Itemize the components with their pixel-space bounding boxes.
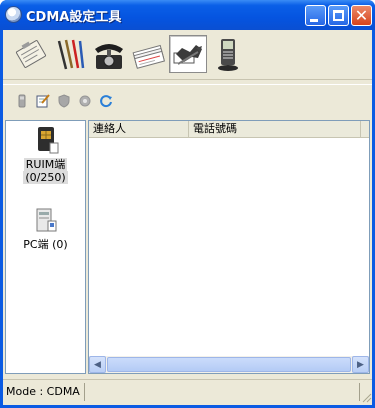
- maximize-button[interactable]: [328, 5, 349, 26]
- device-ruim-label: RUIM端: [23, 158, 68, 171]
- chevron-left-icon: ◀: [94, 359, 101, 370]
- status-mode: Mode : CDMA: [3, 383, 85, 401]
- telephone-icon[interactable]: [90, 35, 128, 73]
- sim-card-icon: [37, 127, 58, 154]
- pens-icon[interactable]: [51, 35, 89, 73]
- scrollbar-thumb[interactable]: [107, 357, 351, 372]
- status-bar: Mode : CDMA: [3, 379, 372, 403]
- horizontal-scrollbar[interactable]: ◀ ▶: [89, 356, 369, 373]
- phone-stack-icon[interactable]: [208, 35, 246, 73]
- action-toolbar: [3, 86, 372, 116]
- scroll-right-button[interactable]: ▶: [352, 356, 369, 373]
- status-info: [87, 383, 360, 401]
- device-pc-label: PC端 (0): [23, 238, 68, 251]
- settings-icon[interactable]: [78, 94, 92, 108]
- device-pc[interactable]: PC端 (0): [6, 205, 85, 251]
- main-toolbar: [3, 30, 372, 80]
- list-header: 連絡人 電話號碼: [89, 121, 369, 138]
- shield-icon[interactable]: [57, 94, 71, 108]
- close-icon: ✕: [354, 5, 369, 25]
- edit-icon[interactable]: [36, 94, 50, 108]
- minimize-button[interactable]: [305, 5, 326, 26]
- contact-list[interactable]: 連絡人 電話號碼 ◀ ▶: [88, 120, 370, 374]
- refresh-icon[interactable]: [99, 94, 113, 108]
- close-button[interactable]: ✕: [351, 5, 372, 26]
- window-title: CDMA設定工具: [26, 10, 122, 25]
- column-contact[interactable]: 連絡人: [89, 121, 189, 137]
- maximize-icon: [333, 10, 344, 21]
- phone-small-icon[interactable]: [15, 94, 29, 108]
- app-window: CDMA設定工具 ✕ RUIM端 (0/250) PC端 (0) 連絡人 電話號…: [0, 0, 375, 408]
- title-bar[interactable]: CDMA設定工具 ✕: [0, 0, 375, 30]
- device-ruim-count: (0/250): [23, 171, 68, 184]
- device-panel: RUIM端 (0/250) PC端 (0): [5, 120, 86, 374]
- app-icon[interactable]: [5, 6, 22, 23]
- minimize-icon: [310, 18, 318, 22]
- client-area: RUIM端 (0/250) PC端 (0) 連絡人 電話號碼 ◀ ▶ Mode …: [3, 30, 372, 405]
- resize-grip-icon[interactable]: [360, 391, 372, 403]
- scroll-left-button[interactable]: ◀: [89, 356, 106, 373]
- clipboard-icon[interactable]: [12, 35, 50, 73]
- column-phone[interactable]: 電話號碼: [189, 121, 361, 137]
- device-ruim[interactable]: RUIM端 (0/250): [6, 125, 85, 184]
- pc-icon: [36, 208, 56, 232]
- sync-transfer-icon[interactable]: [169, 35, 207, 73]
- toolbar-separator: [3, 84, 372, 85]
- message-cards-icon[interactable]: [129, 35, 167, 73]
- chevron-right-icon: ▶: [357, 359, 364, 370]
